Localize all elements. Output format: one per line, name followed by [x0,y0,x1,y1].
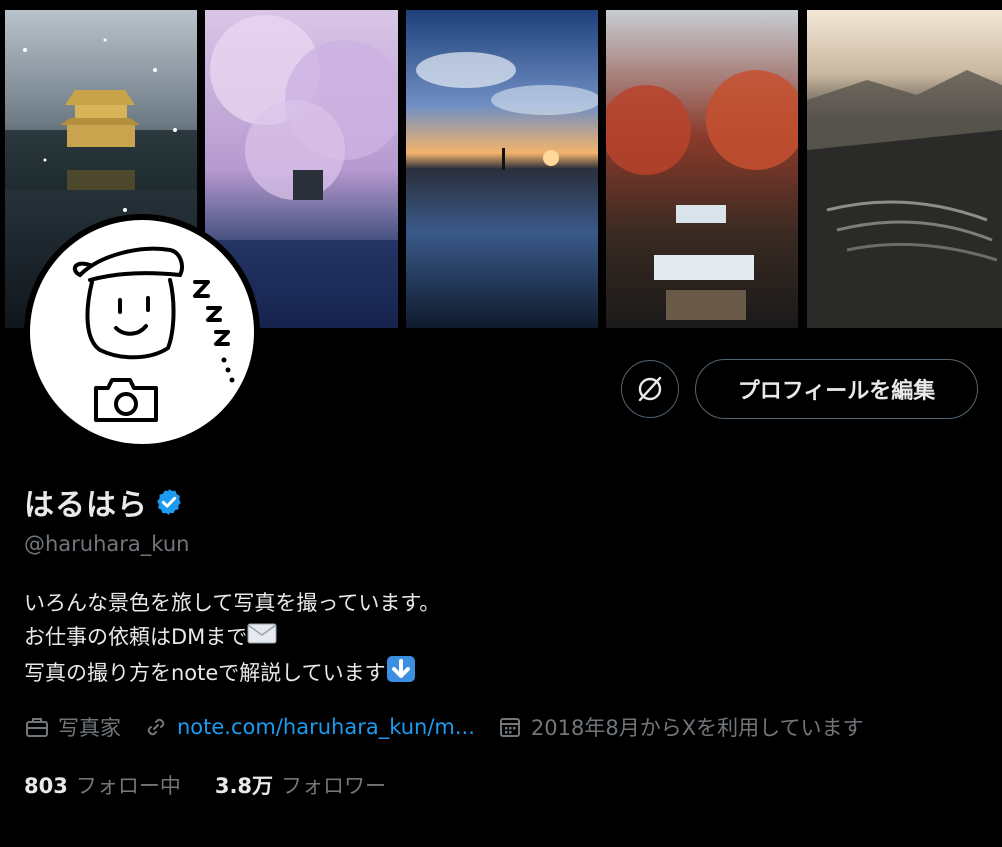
profile-avatar[interactable] [24,214,260,450]
profile-website[interactable]: note.com/haruhara_kun/m... [143,714,475,740]
followers-link[interactable]: 3.8万 フォロワー [215,770,386,800]
edit-profile-button[interactable]: プロフィールを編集 [695,359,978,419]
grok-analyze-button[interactable] [621,360,679,418]
profile-bio: いろんな景色を旅して写真を撮っています。 お仕事の依頼はDMまで 写真の撮り方を… [24,586,440,693]
following-label: フォロー中 [75,774,181,798]
bio-line-3: 写真の撮り方をnoteで解説しています [24,655,440,693]
display-name: はるはら [24,488,148,523]
bio-line-1: いろんな景色を旅して写真を撮っています。 [24,591,441,615]
envelope-icon [247,621,277,655]
profile-meta: 写真家 note.com/haruhara_kun/m... 2018年8月から… [24,712,885,742]
verified-badge-icon[interactable] [154,487,184,517]
profile-category: 写真家 [24,712,121,742]
briefcase-icon [26,718,48,737]
avatar-drawing [30,220,254,444]
banner-photo-terraced-fields[interactable] [807,10,1002,328]
profile-join-date: 2018年8月からXを利用しています [497,712,863,742]
banner-photo-sunset-reflection[interactable] [406,10,598,328]
website-link[interactable]: note.com/haruhara_kun/m... [177,715,475,739]
following-count: 803 [24,774,68,798]
following-link[interactable]: 803 フォロー中 [24,770,181,800]
bio-line-2: お仕事の依頼はDMまで [24,620,440,655]
follow-stats: 803 フォロー中 3.8万 フォロワー [24,770,420,800]
user-handle: @haruhara_kun [24,532,190,556]
grok-icon [638,376,662,402]
down-arrow-icon [386,655,416,693]
link-icon [147,718,165,736]
profile-name-row: はるはら [24,480,184,524]
followers-label: フォロワー [281,774,387,798]
calendar-icon [499,718,520,737]
banner-photo-autumn-waterfall[interactable] [606,10,798,328]
followers-count: 3.8万 [214,774,274,798]
